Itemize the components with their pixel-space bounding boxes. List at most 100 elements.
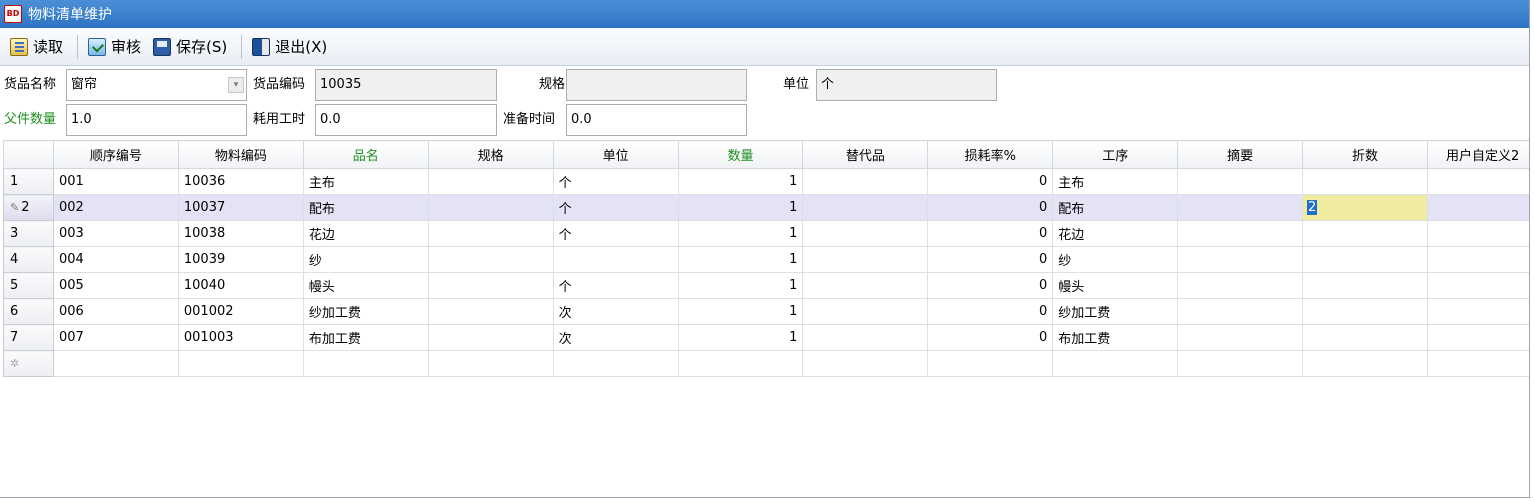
cell-process[interactable]: 纱加工费 [1052,298,1179,325]
cell-seq[interactable]: 002 [52,194,179,221]
cell-substitute[interactable] [802,220,929,247]
cell-spec[interactable] [427,272,554,299]
chevron-down-icon[interactable]: ▾ [228,77,244,93]
cell-seq[interactable]: 006 [52,298,179,325]
col-header-summary[interactable]: 摘要 [1177,140,1304,169]
col-header-unit[interactable]: 单位 [552,140,679,169]
cell-code[interactable]: 10040 [177,272,304,299]
cell-custom2[interactable] [1426,298,1529,325]
new-row-header[interactable]: ✲ [3,350,54,377]
col-header-custom2[interactable]: 用户自定义2 [1426,140,1529,169]
cell-spec[interactable] [427,194,554,221]
cell-name[interactable]: 纱加工费 [302,298,429,325]
row-header[interactable]: 4 [3,246,54,273]
product-code-field[interactable]: 10035 [315,69,497,101]
cell-code[interactable]: 10037 [177,194,304,221]
cell-substitute[interactable] [802,246,929,273]
cell-substitute[interactable] [802,194,929,221]
cell-substitute[interactable] [802,272,929,299]
cell-qty[interactable]: 1 [677,324,804,351]
cell-fold-editor[interactable]: 2 [1302,194,1428,221]
row-header[interactable]: ✎ 2 [3,194,54,221]
cell-loss[interactable]: 0 [927,220,1054,247]
table-row[interactable]: 5 005 10040 幔头 个 1 0 幔头 [3,272,1529,299]
prep-time-field[interactable]: 0.0 [566,104,747,136]
col-header-loss[interactable]: 损耗率% [927,140,1054,169]
cell-qty[interactable]: 1 [677,272,804,299]
cell-loss[interactable]: 0 [927,324,1054,351]
exit-button[interactable]: 退出(X) [248,33,331,61]
cell-process[interactable] [1052,350,1179,377]
new-row[interactable]: ✲ [3,350,1529,377]
fold-editor-value[interactable]: 2 [1307,200,1318,215]
cell-qty[interactable]: 1 [677,194,804,221]
cell-process[interactable]: 幔头 [1052,272,1179,299]
row-header[interactable]: 5 [3,272,54,299]
cell-substitute[interactable] [802,350,929,377]
read-button[interactable]: 读取 [6,33,67,61]
cell-unit[interactable]: 次 [552,324,679,351]
cell-spec[interactable] [427,298,554,325]
cell-loss[interactable]: 0 [927,272,1054,299]
col-header-substitute[interactable]: 替代品 [802,140,929,169]
cell-spec[interactable] [427,350,554,377]
cell-process[interactable]: 布加工费 [1052,324,1179,351]
unit-field[interactable]: 个 [816,69,997,101]
cell-custom2[interactable] [1426,220,1529,247]
cell-spec[interactable] [427,168,554,195]
col-header-fold[interactable]: 折数 [1302,140,1428,169]
cell-seq[interactable]: 005 [52,272,179,299]
cell-name[interactable]: 配布 [302,194,429,221]
cell-fold[interactable] [1302,298,1428,325]
row-header[interactable]: 3 [3,220,54,247]
cell-custom2[interactable] [1426,246,1529,273]
parent-qty-field[interactable]: 1.0 [66,104,247,136]
cell-summary[interactable] [1177,272,1304,299]
table-row[interactable]: 3 003 10038 花边 个 1 0 花边 [3,220,1529,247]
cell-fold[interactable] [1302,272,1428,299]
row-header[interactable]: 6 [3,298,54,325]
cell-seq[interactable]: 003 [52,220,179,247]
cell-loss[interactable]: 0 [927,246,1054,273]
table-row-active[interactable]: ✎ 2 002 10037 配布 个 1 0 配布 2 [3,194,1529,221]
cell-custom2[interactable] [1426,194,1529,221]
cell-summary[interactable] [1177,168,1304,195]
table-row[interactable]: 4 004 10039 纱 1 0 纱 [3,246,1529,273]
cell-substitute[interactable] [802,168,929,195]
col-header-name[interactable]: 品名 [302,140,429,169]
cell-name[interactable]: 幔头 [302,272,429,299]
cell-name[interactable]: 主布 [302,168,429,195]
cell-spec[interactable] [427,220,554,247]
cell-loss[interactable]: 0 [927,298,1054,325]
cell-process[interactable]: 花边 [1052,220,1179,247]
row-header[interactable]: 1 [3,168,54,195]
cell-name[interactable]: 纱 [302,246,429,273]
cell-custom2[interactable] [1426,168,1529,195]
cell-qty[interactable]: 1 [677,220,804,247]
cell-substitute[interactable] [802,324,929,351]
cell-summary[interactable] [1177,220,1304,247]
cell-seq[interactable]: 004 [52,246,179,273]
cell-unit[interactable]: 个 [552,272,679,299]
cell-summary[interactable] [1177,194,1304,221]
cell-name[interactable]: 花边 [302,220,429,247]
cell-fold[interactable] [1302,168,1428,195]
cell-summary[interactable] [1177,246,1304,273]
cell-loss[interactable]: 0 [927,194,1054,221]
cell-process[interactable]: 配布 [1052,194,1179,221]
product-name-combo[interactable]: 窗帘 ▾ [66,69,247,101]
cell-fold[interactable] [1302,220,1428,247]
cell-spec[interactable] [427,324,554,351]
cell-code[interactable] [177,350,304,377]
cell-unit[interactable] [552,350,679,377]
cell-loss[interactable] [927,350,1054,377]
work-hours-field[interactable]: 0.0 [315,104,497,136]
table-row[interactable]: 6 006 001002 纱加工费 次 1 0 纱加工费 [3,298,1529,325]
cell-unit[interactable]: 个 [552,220,679,247]
table-row[interactable]: 1 001 10036 主布 个 1 0 主布 [3,168,1529,195]
cell-unit[interactable]: 个 [552,194,679,221]
cell-summary[interactable] [1177,298,1304,325]
spec-field[interactable] [566,69,747,101]
cell-process[interactable]: 纱 [1052,246,1179,273]
cell-name[interactable] [302,350,429,377]
